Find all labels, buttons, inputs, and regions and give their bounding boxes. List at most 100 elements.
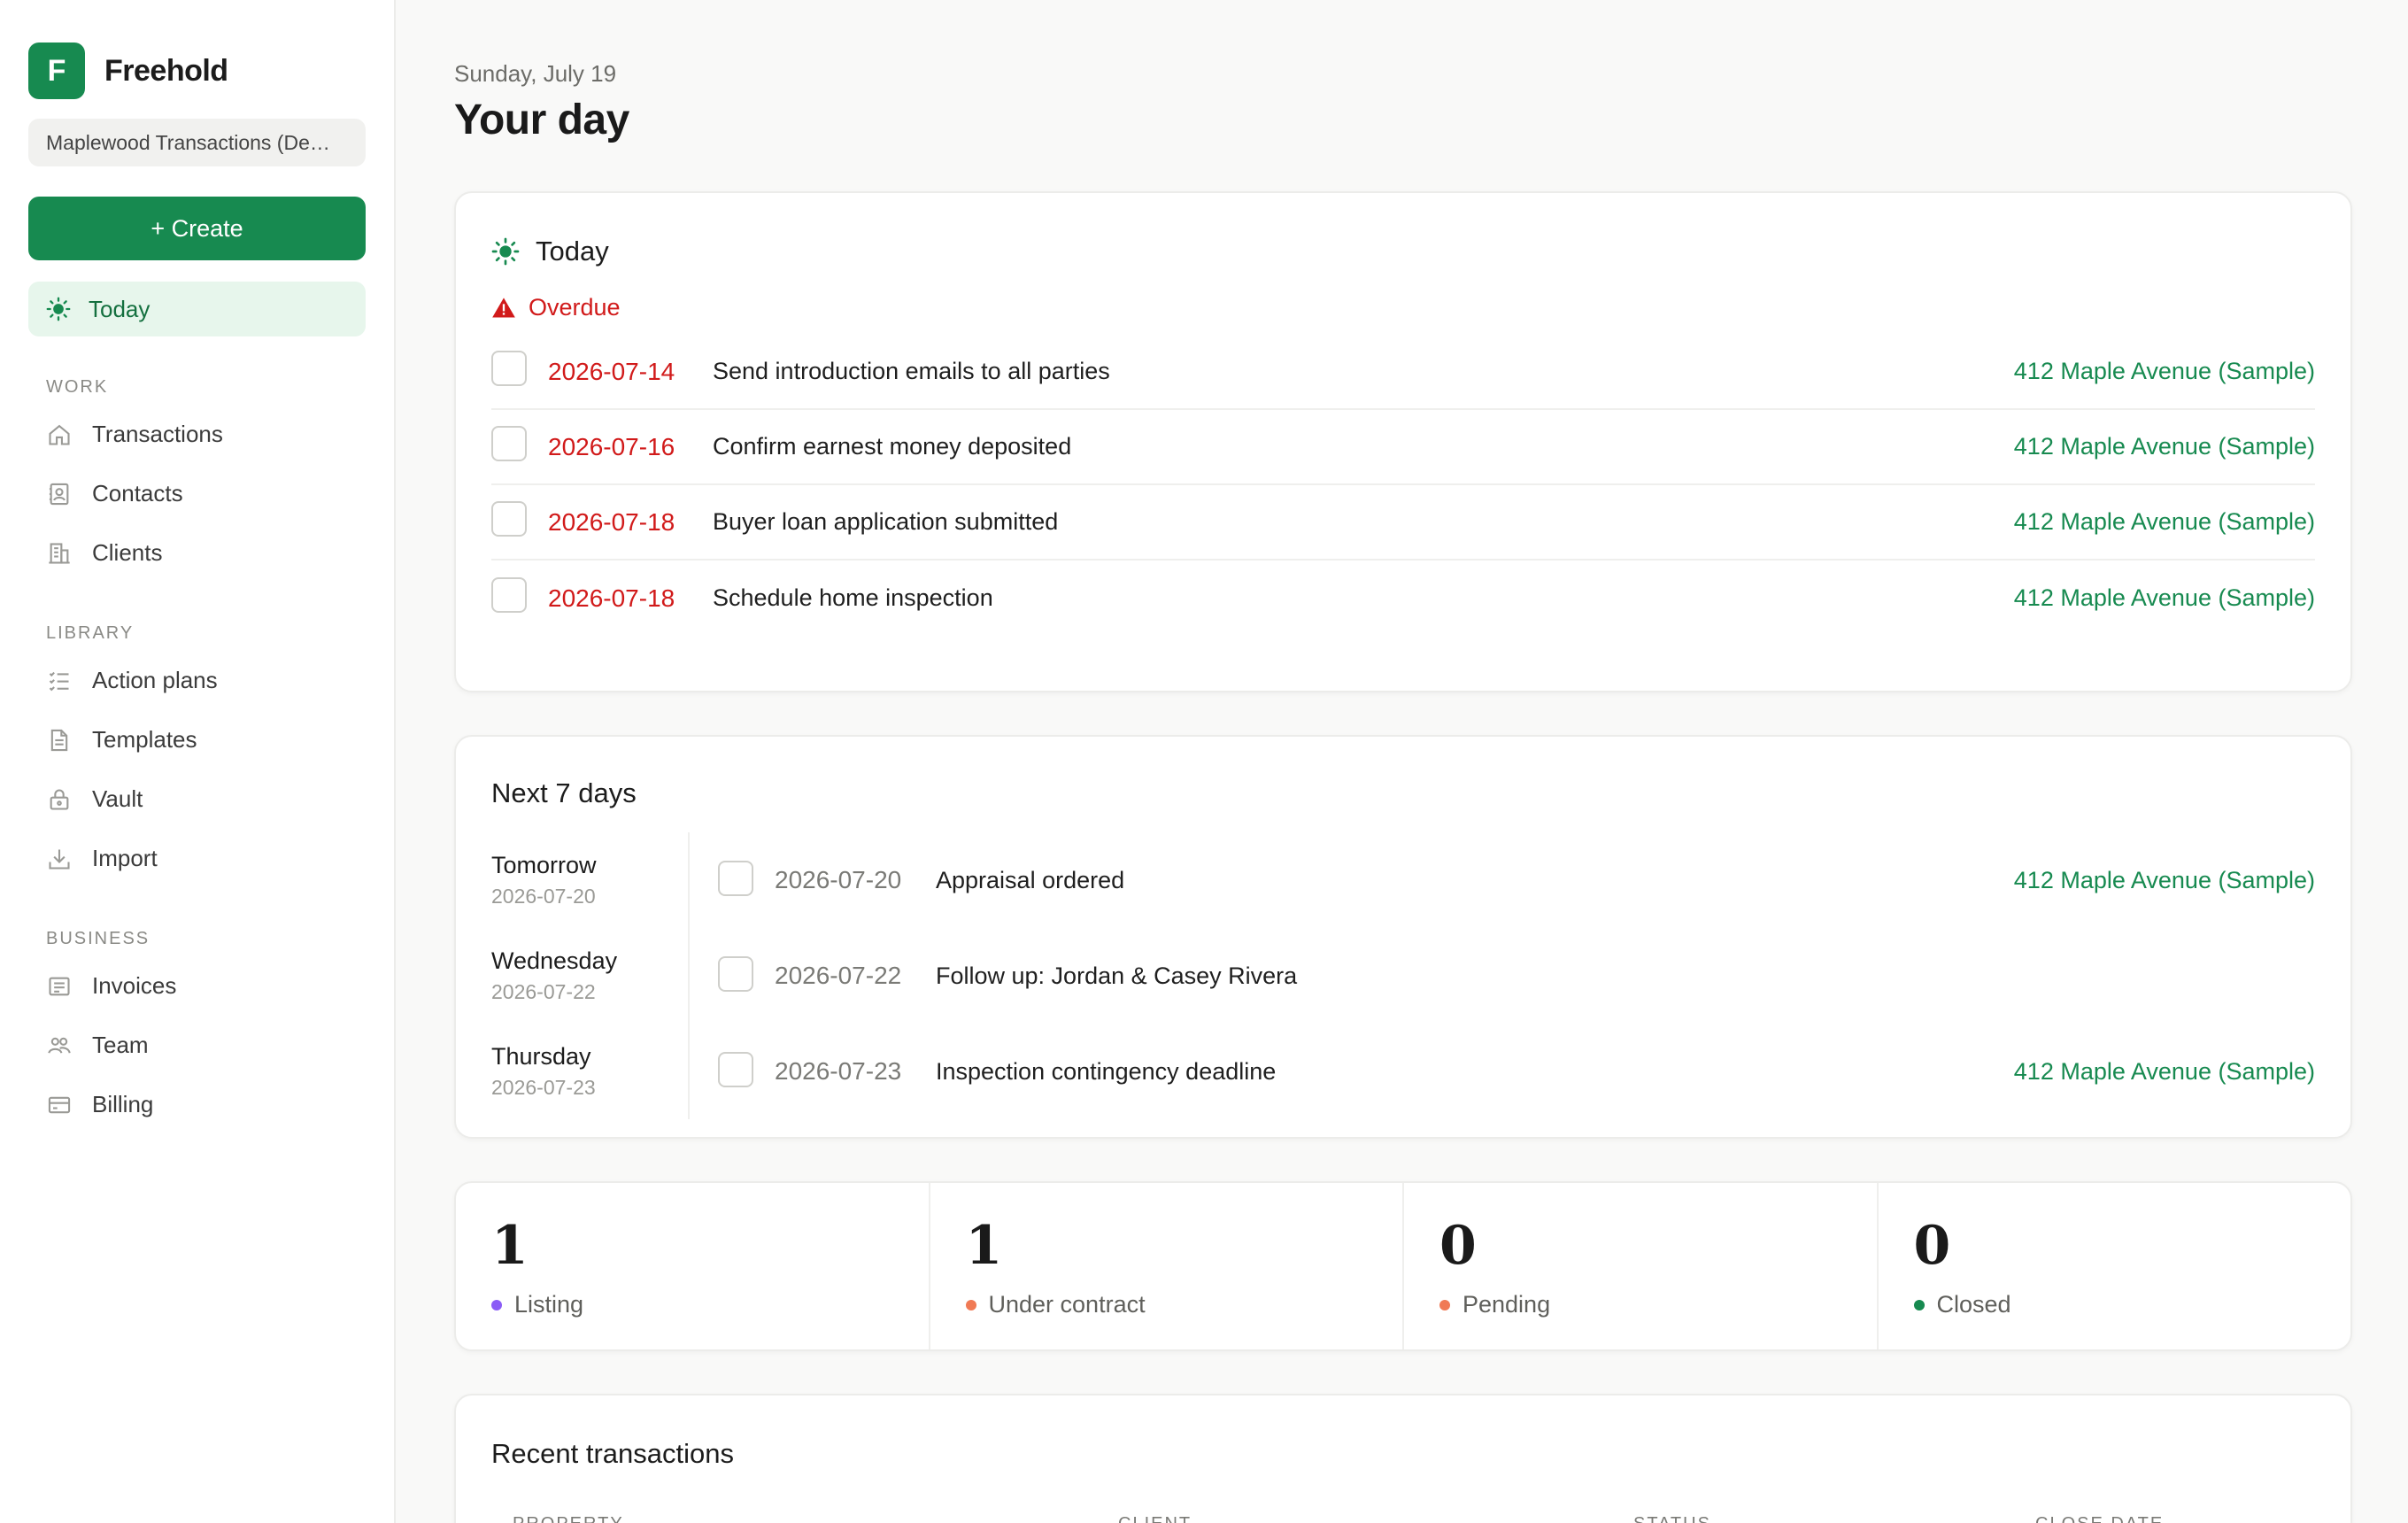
sidebar-item-import[interactable]: Import xyxy=(28,829,366,888)
stat-label-text: Listing xyxy=(514,1291,584,1318)
task-row[interactable]: 2026-07-18 Buyer loan application submit… xyxy=(491,485,2315,560)
stat-label: Pending xyxy=(1439,1291,1550,1318)
task-title[interactable]: Follow up: Jordan & Casey Rivera xyxy=(936,963,2315,990)
brand-name: Freehold xyxy=(104,53,228,88)
task-checkbox[interactable] xyxy=(718,956,753,992)
sidebar-item-label: Today xyxy=(89,295,150,322)
task-row[interactable]: 2026-07-16 Confirm earnest money deposit… xyxy=(491,410,2315,485)
task-due-date: 2026-07-18 xyxy=(548,507,675,536)
sidebar-item-label: Billing xyxy=(92,1091,154,1117)
overdue-text: Overdue xyxy=(529,294,621,321)
sidebar-item-vault[interactable]: Vault xyxy=(28,769,366,829)
pipeline-stats-card: 1 Listing 1 Under contract 0 Pending 0 C… xyxy=(454,1181,2352,1351)
sidebar-item-label: Team xyxy=(92,1032,149,1058)
column-header-property[interactable]: PROPERTY xyxy=(513,1514,624,1523)
status-dot xyxy=(491,1299,502,1310)
task-due-date: 2026-07-20 xyxy=(775,866,902,893)
sidebar-item-billing[interactable]: Billing xyxy=(28,1075,366,1134)
home-icon xyxy=(46,421,73,448)
transaction-link[interactable]: 412 Maple Avenue (Sample) xyxy=(2014,433,2315,460)
recent-transactions-card: Recent transactions PROPERTY CLIENT STAT… xyxy=(454,1394,2352,1523)
task-title[interactable]: Confirm earnest money deposited xyxy=(713,433,2014,460)
download-icon xyxy=(46,846,73,872)
sidebar-item-action-plans[interactable]: Action plans xyxy=(28,651,366,710)
sidebar-item-transactions[interactable]: Transactions xyxy=(28,405,366,464)
sidebar-item-label: Import xyxy=(92,845,158,871)
stat-value: 0 xyxy=(1439,1215,1477,1277)
invoice-icon xyxy=(46,973,73,1000)
stat-value: 0 xyxy=(1913,1215,1951,1277)
stat-closed[interactable]: 0 Closed xyxy=(1879,1183,2351,1349)
transaction-link[interactable]: 412 Maple Avenue (Sample) xyxy=(2014,508,2315,536)
workspace-switcher[interactable]: Maplewood Transactions (De… xyxy=(28,119,366,166)
next-7-days-title: Next 7 days xyxy=(491,777,637,808)
task-title[interactable]: Schedule home inspection xyxy=(713,584,2014,612)
task-due-date: 2026-07-14 xyxy=(548,357,675,385)
checklist-icon xyxy=(46,668,73,694)
stat-label-text: Under contract xyxy=(988,1291,1146,1318)
create-button[interactable]: + Create xyxy=(28,197,366,260)
transaction-link[interactable]: 412 Maple Avenue (Sample) xyxy=(2014,358,2315,385)
column-header-client[interactable]: CLIENT xyxy=(1118,1514,1192,1523)
sidebar-item-label: Transactions xyxy=(92,421,223,447)
task-due-date: 2026-07-22 xyxy=(775,962,902,989)
sun-icon xyxy=(46,297,71,321)
brand-logo: F xyxy=(28,43,85,99)
task-checkbox[interactable] xyxy=(491,500,527,537)
task-title[interactable]: Inspection contingency deadline xyxy=(936,1058,2014,1086)
task-due-date: 2026-07-23 xyxy=(775,1057,902,1085)
stat-value: 1 xyxy=(965,1215,1003,1277)
brand[interactable]: F Freehold xyxy=(28,43,366,99)
day-name: Tomorrow xyxy=(491,852,597,878)
sidebar-item-label: Clients xyxy=(92,539,163,566)
task-checkbox[interactable] xyxy=(718,861,753,896)
recent-transactions-title: Recent transactions xyxy=(491,1438,734,1469)
today-card-title: Today xyxy=(536,236,609,267)
section-label-library: LIBRARY xyxy=(46,623,135,643)
task-title[interactable]: Buyer loan application submitted xyxy=(713,508,2014,536)
task-row[interactable]: 2026-07-14 Send introduction emails to a… xyxy=(491,335,2315,410)
task-row[interactable]: 2026-07-18 Schedule home inspection 412 … xyxy=(491,560,2315,636)
task-title[interactable]: Send introduction emails to all parties xyxy=(713,358,2014,385)
task-due-date: 2026-07-16 xyxy=(548,432,675,460)
column-header-status[interactable]: STATUS xyxy=(1633,1514,1711,1523)
stat-value: 1 xyxy=(491,1215,529,1277)
day-name: Wednesday xyxy=(491,947,618,974)
day-date: 2026-07-23 xyxy=(491,1076,596,1099)
section-label-work: WORK xyxy=(46,377,109,397)
stat-listing[interactable]: 1 Listing xyxy=(456,1183,930,1349)
stat-pending[interactable]: 0 Pending xyxy=(1404,1183,1879,1349)
sidebar-item-team[interactable]: Team xyxy=(28,1016,366,1075)
sidebar-item-templates[interactable]: Templates xyxy=(28,710,366,769)
sidebar-item-clients[interactable]: Clients xyxy=(28,523,366,583)
stat-under-contract[interactable]: 1 Under contract xyxy=(930,1183,1404,1349)
sidebar-item-label: Templates xyxy=(92,726,197,753)
transaction-link[interactable]: 412 Maple Avenue (Sample) xyxy=(2014,867,2315,894)
upcoming-task-row[interactable]: Tomorrow 2026-07-20 2026-07-20 Appraisal… xyxy=(491,832,2315,928)
sidebar-item-label: Invoices xyxy=(92,972,177,999)
sidebar-item-today[interactable]: Today xyxy=(28,282,366,336)
stat-label: Closed xyxy=(1913,1291,2011,1318)
team-icon xyxy=(46,1032,73,1059)
document-icon xyxy=(46,727,73,754)
task-title[interactable]: Appraisal ordered xyxy=(936,867,2014,894)
sidebar-item-invoices[interactable]: Invoices xyxy=(28,956,366,1016)
contact-card-icon xyxy=(46,481,73,507)
task-checkbox[interactable] xyxy=(718,1052,753,1087)
sun-icon xyxy=(491,237,520,266)
warning-icon xyxy=(492,297,515,317)
sidebar-item-contacts[interactable]: Contacts xyxy=(28,464,366,523)
transaction-link[interactable]: 412 Maple Avenue (Sample) xyxy=(2014,584,2315,612)
column-header-close-date[interactable]: CLOSE DATE xyxy=(2035,1514,2164,1523)
task-checkbox[interactable] xyxy=(491,350,527,386)
transaction-link[interactable]: 412 Maple Avenue (Sample) xyxy=(2014,1058,2315,1086)
upcoming-task-row[interactable]: Thursday 2026-07-23 2026-07-23 Inspectio… xyxy=(491,1024,2315,1119)
next-7-days-card: Next 7 days Tomorrow 2026-07-20 2026-07-… xyxy=(454,735,2352,1139)
day-date: 2026-07-20 xyxy=(491,885,596,908)
task-checkbox[interactable] xyxy=(491,576,527,613)
stat-label-text: Pending xyxy=(1463,1291,1551,1318)
task-checkbox[interactable] xyxy=(491,425,527,461)
upcoming-task-row[interactable]: Wednesday 2026-07-22 2026-07-22 Follow u… xyxy=(491,928,2315,1024)
section-label-business: BUSINESS xyxy=(46,929,150,948)
sidebar-item-label: Vault xyxy=(92,785,143,812)
